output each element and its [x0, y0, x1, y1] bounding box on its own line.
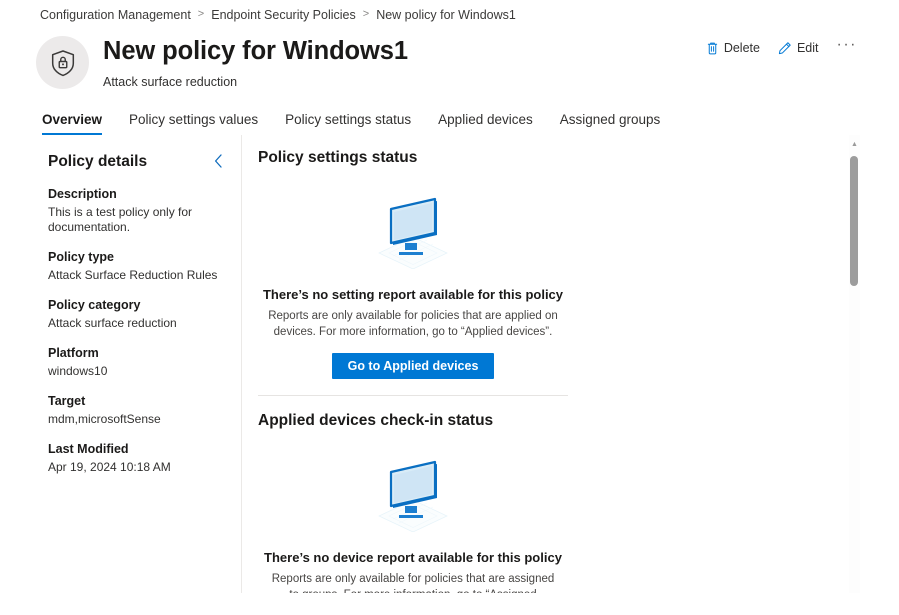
- breadcrumb-item-configuration-management[interactable]: Configuration Management: [40, 8, 191, 22]
- delete-button[interactable]: Delete: [704, 38, 762, 58]
- tab-bar: Overview Policy settings values Policy s…: [0, 102, 899, 135]
- breadcrumb: Configuration Management > Endpoint Secu…: [0, 0, 899, 22]
- detail-field-last-modified: Last Modified Apr 19, 2024 10:18 AM: [48, 442, 223, 475]
- empty-state-description: Reports are only available for policies …: [268, 310, 558, 338]
- monitor-illustration: [365, 456, 461, 533]
- edit-button[interactable]: Edit: [776, 38, 821, 58]
- scrollbar-thumb[interactable]: [850, 156, 858, 286]
- section-title: Applied devices check-in status: [258, 412, 494, 429]
- policy-details-panel: Policy details Description This is a tes…: [0, 135, 242, 593]
- delete-button-label: Delete: [723, 41, 760, 55]
- detail-field-label: Policy category: [48, 298, 141, 312]
- detail-field-label: Policy type: [48, 250, 114, 264]
- chevron-left-icon[interactable]: [209, 152, 227, 170]
- section-title: Policy settings status: [258, 149, 418, 166]
- header-actions: Delete Edit ···: [704, 37, 859, 58]
- detail-field-description: Description This is a test policy only f…: [48, 187, 223, 235]
- title-block: New policy for Windows1 Attack surface r…: [103, 34, 408, 89]
- breadcrumb-separator-icon: >: [362, 8, 370, 20]
- detail-field-policy-category: Policy category Attack surface reduction: [48, 298, 223, 331]
- policy-overview-page: Configuration Management > Endpoint Secu…: [0, 0, 899, 615]
- empty-state-heading: There’s no device report available for t…: [264, 550, 562, 565]
- go-to-applied-devices-button[interactable]: Go to Applied devices: [331, 353, 495, 379]
- scroll-up-arrow-icon[interactable]: ▲: [849, 141, 860, 148]
- tab-applied-devices[interactable]: Applied devices: [438, 112, 533, 135]
- main-content: Policy settings status There’s no settin…: [242, 135, 899, 593]
- page-body: Policy details Description This is a tes…: [0, 135, 899, 593]
- policy-details-title: Policy details: [48, 153, 148, 170]
- detail-field-label: Platform: [48, 346, 99, 360]
- detail-field-value: mdm,microsoftSense: [48, 412, 161, 426]
- detail-field-label: Last Modified: [48, 442, 129, 456]
- breadcrumb-separator-icon: >: [197, 8, 205, 20]
- detail-field-target: Target mdm,microsoftSense: [48, 394, 223, 427]
- edit-button-label: Edit: [796, 41, 819, 55]
- page-subtitle: Attack surface reduction: [103, 75, 238, 89]
- detail-field-policy-type: Policy type Attack Surface Reduction Rul…: [48, 250, 223, 283]
- detail-field-value: This is a test policy only for documenta…: [48, 205, 193, 234]
- trash-icon: [706, 41, 719, 55]
- breadcrumb-item-endpoint-security-policies[interactable]: Endpoint Security Policies: [211, 8, 356, 22]
- detail-field-value: Attack surface reduction: [48, 316, 177, 330]
- more-options-button[interactable]: ···: [835, 37, 859, 56]
- breadcrumb-item-current: New policy for Windows1: [376, 7, 516, 22]
- tab-policy-settings-status[interactable]: Policy settings status: [285, 112, 411, 135]
- tab-overview[interactable]: Overview: [42, 112, 103, 135]
- page-header: New policy for Windows1 Attack surface r…: [0, 22, 899, 94]
- tab-policy-settings-values[interactable]: Policy settings values: [129, 112, 258, 135]
- tab-assigned-groups[interactable]: Assigned groups: [560, 112, 661, 135]
- detail-field-value: Apr 19, 2024 10:18 AM: [48, 460, 171, 474]
- empty-state-heading: There’s no setting report available for …: [262, 287, 564, 302]
- detail-field-label: Target: [48, 394, 86, 408]
- detail-field-platform: Platform windows10: [48, 346, 223, 379]
- empty-state: There’s no setting report available for …: [258, 173, 568, 379]
- vertical-scrollbar[interactable]: ▲: [849, 135, 860, 593]
- detail-field-value: Attack Surface Reduction Rules: [48, 268, 218, 282]
- detail-field-value: windows10: [48, 364, 108, 378]
- page-title: New policy for Windows1: [103, 37, 408, 65]
- pencil-icon: [778, 41, 792, 55]
- monitor-illustration: [365, 193, 461, 270]
- empty-state: There’s no device report available for t…: [258, 436, 568, 593]
- section-policy-settings-status: Policy settings status There’s no settin…: [258, 135, 568, 396]
- empty-state-description: Reports are only available for policies …: [271, 573, 555, 593]
- section-applied-devices-checkin-status: Applied devices check-in status There’s …: [258, 396, 568, 593]
- detail-field-label: Description: [48, 187, 117, 201]
- shield-lock-icon: [36, 36, 89, 89]
